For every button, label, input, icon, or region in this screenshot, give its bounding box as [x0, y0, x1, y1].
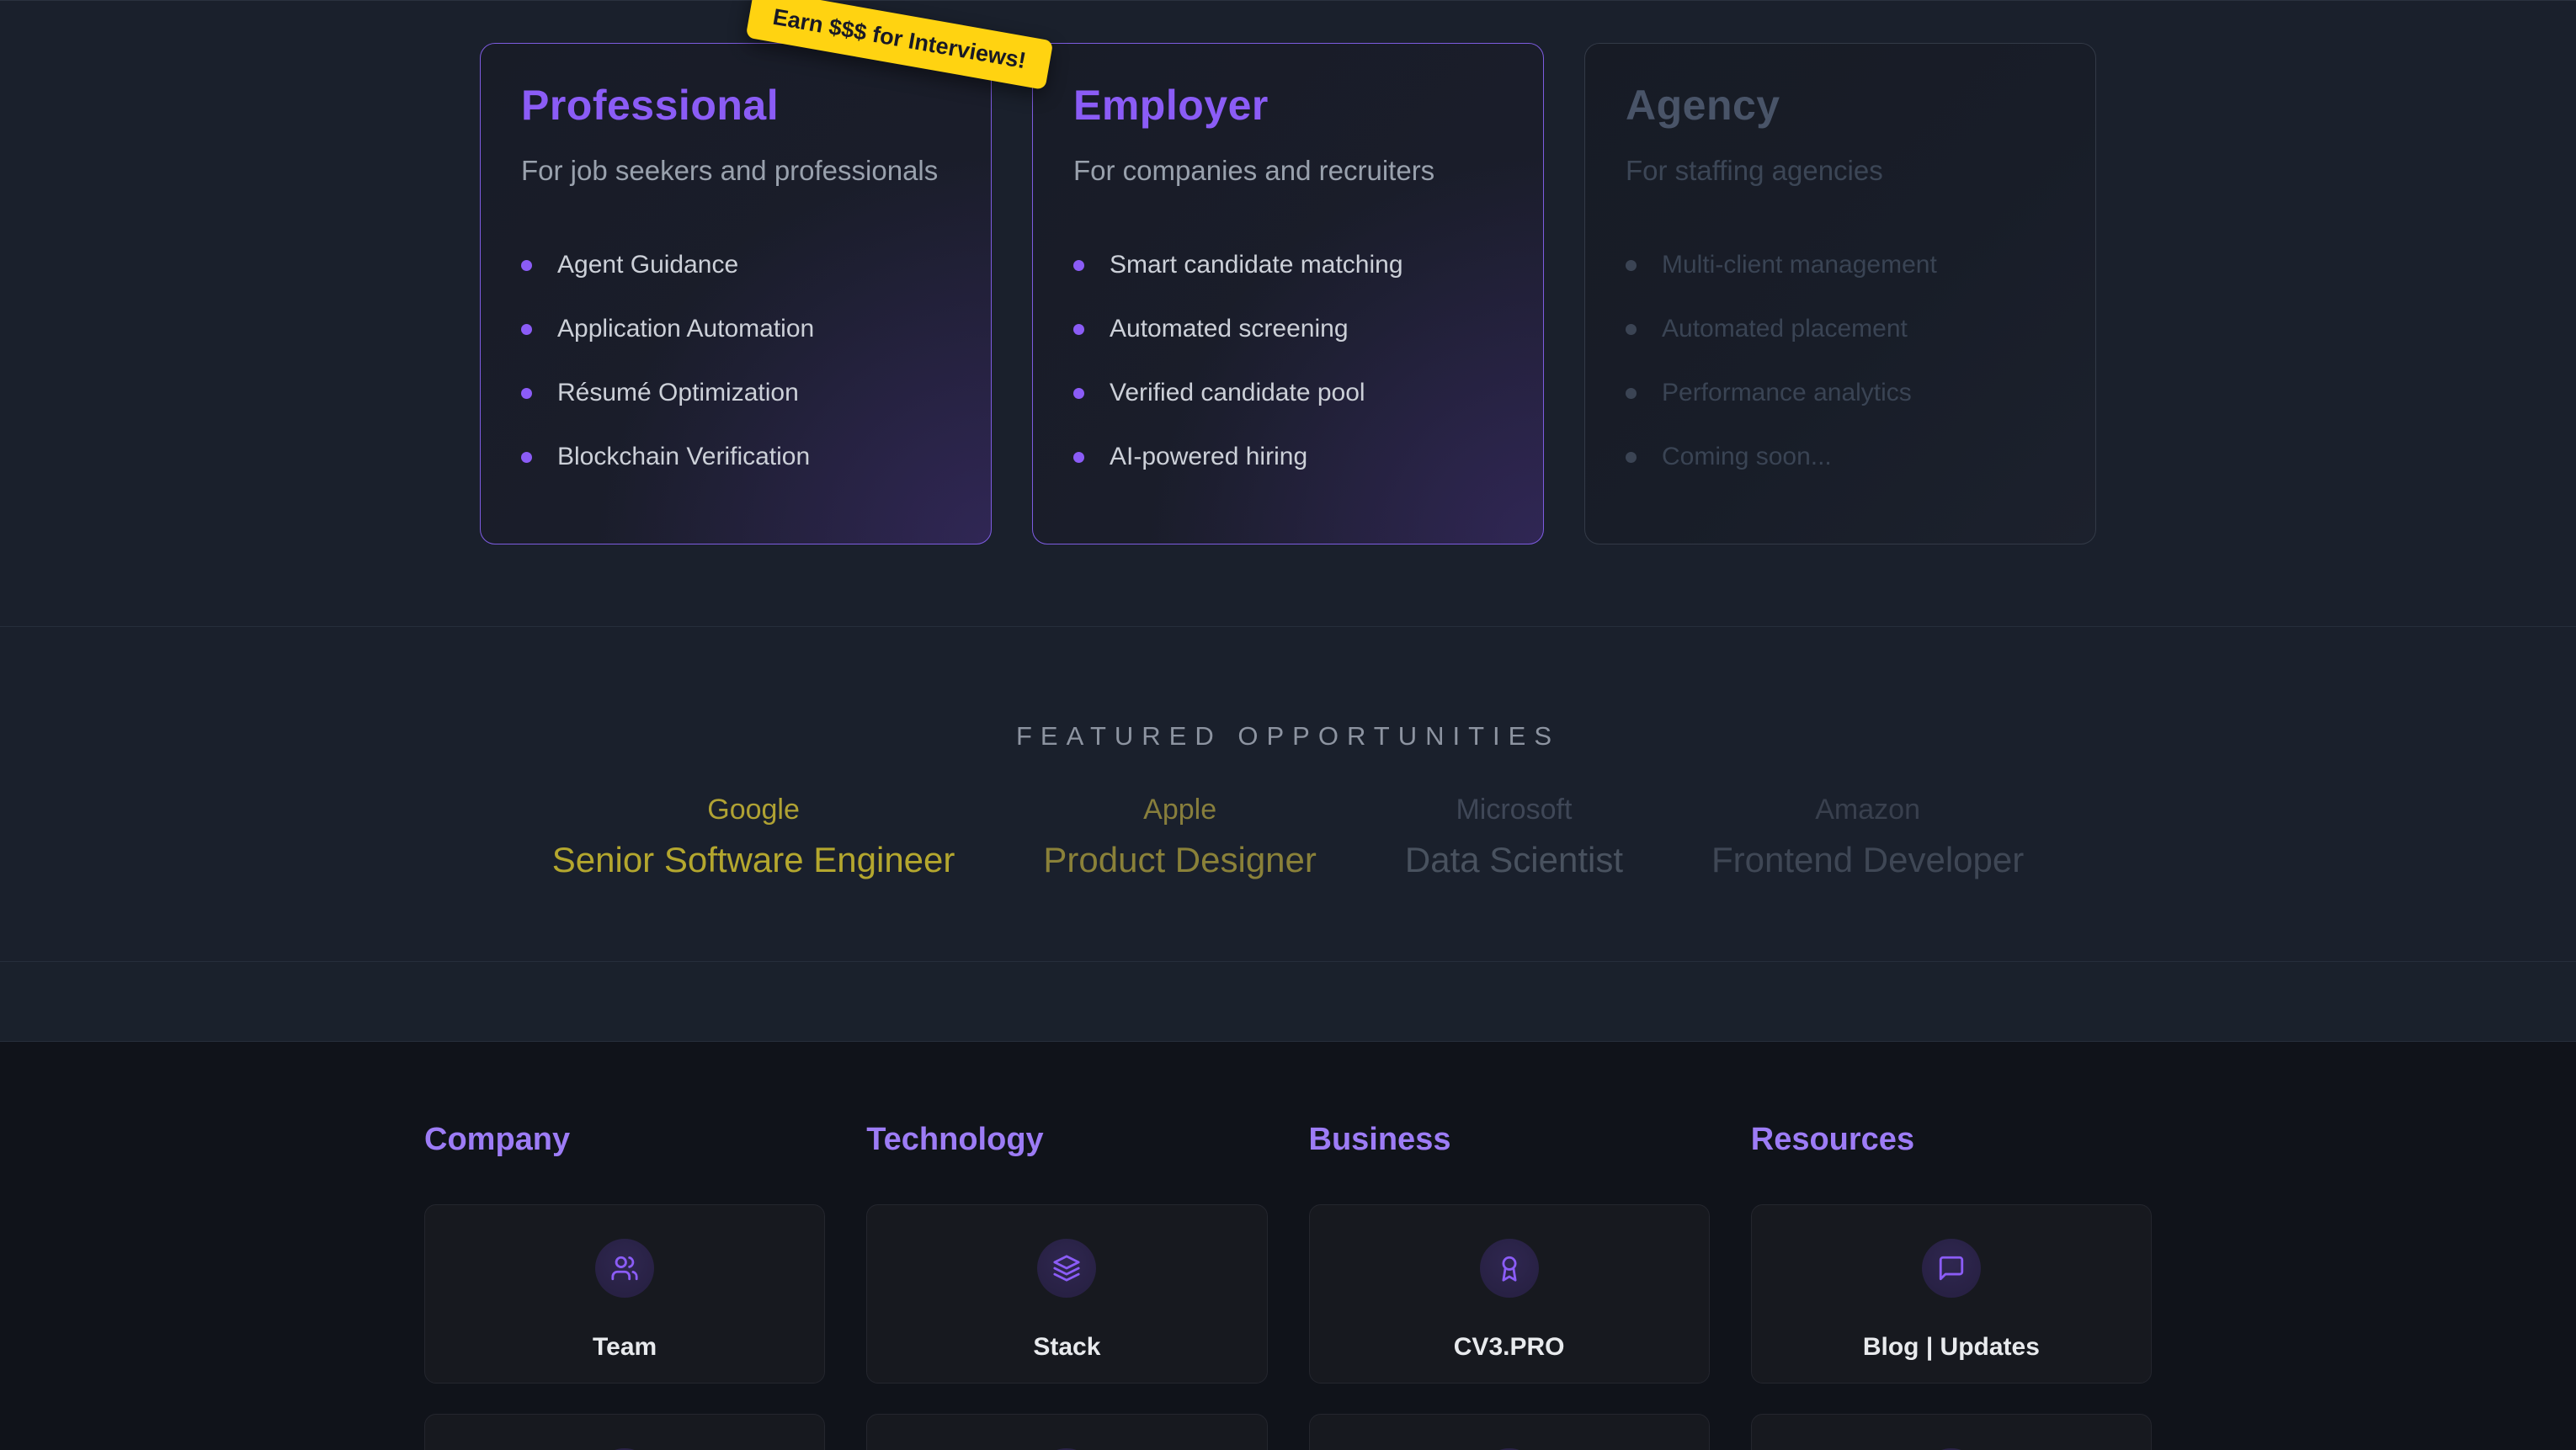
feature-item: Multi-client management	[1626, 251, 2055, 279]
footer: Company Team Technology Stack	[0, 1042, 2576, 1450]
bullet-dot-icon	[1073, 388, 1084, 399]
bullet-dot-icon	[1073, 324, 1084, 335]
footer-column-resources: Resources Blog | Updates	[1751, 1122, 2152, 1450]
icon-circle	[1922, 1239, 1981, 1298]
featured-role: Data Scientist	[1405, 840, 1623, 880]
feature-label: Application Automation	[557, 315, 814, 343]
footer-card-label: Blog | Updates	[1863, 1333, 2040, 1362]
message-icon	[1937, 1254, 1966, 1283]
feature-item: Smart candidate matching	[1073, 251, 1503, 279]
feature-item: AI-powered hiring	[1073, 443, 1503, 471]
bullet-dot-icon	[1626, 388, 1637, 399]
footer-card-label: Team	[593, 1333, 657, 1362]
bullet-dot-icon	[521, 324, 532, 335]
plan-subtitle: For companies and recruiters	[1073, 155, 1503, 187]
feature-label: Multi-client management	[1662, 251, 1937, 279]
bullet-dot-icon	[521, 260, 532, 271]
footer-card-cv3pro[interactable]: CV3.PRO	[1309, 1204, 1710, 1384]
featured-company: Amazon	[1711, 794, 2024, 826]
footer-column-technology: Technology Stack	[866, 1122, 1267, 1450]
bullet-dot-icon	[1073, 452, 1084, 463]
footer-card-partial[interactable]	[424, 1414, 825, 1450]
feature-item: Résumé Optimization	[521, 379, 950, 407]
icon-circle	[1480, 1239, 1539, 1298]
plan-subtitle: For staffing agencies	[1626, 155, 2055, 187]
feature-item: Agent Guidance	[521, 251, 950, 279]
featured-title: FEATURED OPPORTUNITIES	[0, 721, 2576, 752]
footer-card-partial[interactable]	[1309, 1414, 1710, 1450]
award-icon	[1495, 1254, 1524, 1283]
feature-label: Résumé Optimization	[557, 379, 799, 407]
feature-item: Blockchain Verification	[521, 443, 950, 471]
featured-company: Microsoft	[1405, 794, 1623, 826]
plan-subtitle: For job seekers and professionals	[521, 155, 950, 187]
featured-role: Product Designer	[1043, 840, 1317, 880]
bullet-dot-icon	[1626, 324, 1637, 335]
footer-card-stack[interactable]: Stack	[866, 1204, 1267, 1384]
footer-heading: Technology	[866, 1122, 1267, 1158]
footer-card-label: Stack	[1033, 1333, 1100, 1362]
footer-card-label: CV3.PRO	[1454, 1333, 1565, 1362]
users-icon	[610, 1254, 639, 1283]
footer-card-partial[interactable]	[866, 1414, 1267, 1450]
layers-icon	[1052, 1254, 1081, 1283]
feature-label: Automated screening	[1110, 315, 1349, 343]
feature-label: Verified candidate pool	[1110, 379, 1365, 407]
plan-title: Professional	[521, 81, 950, 130]
footer-heading: Business	[1309, 1122, 1710, 1158]
bullet-dot-icon	[1626, 452, 1637, 463]
footer-card-blog[interactable]: Blog | Updates	[1751, 1204, 2152, 1384]
feature-label: Coming soon...	[1662, 443, 1832, 471]
footer-heading: Resources	[1751, 1122, 2152, 1158]
feature-label: AI-powered hiring	[1110, 443, 1307, 471]
feature-item: Automated placement	[1626, 315, 2055, 343]
featured-item-microsoft: Microsoft Data Scientist	[1405, 794, 1623, 880]
feature-label: Performance analytics	[1662, 379, 1912, 407]
featured-ticker: Google Senior Software Engineer Apple Pr…	[0, 794, 2576, 880]
footer-card-team[interactable]: Team	[424, 1204, 825, 1384]
footer-column-business: Business CV3.PRO	[1309, 1122, 1710, 1450]
plan-card-employer[interactable]: Employer For companies and recruiters Sm…	[1032, 43, 1544, 544]
bullet-dot-icon	[521, 388, 532, 399]
featured-role: Senior Software Engineer	[552, 840, 955, 880]
bullet-dot-icon	[1073, 260, 1084, 271]
feature-item: Verified candidate pool	[1073, 379, 1503, 407]
featured-company: Apple	[1043, 794, 1317, 826]
featured-opportunities-section: FEATURED OPPORTUNITIES Google Senior Sof…	[0, 627, 2576, 962]
plan-title: Employer	[1073, 81, 1503, 130]
plan-card-professional[interactable]: Professional For job seekers and profess…	[480, 43, 992, 544]
footer-column-company: Company Team	[424, 1122, 825, 1450]
plan-title: Agency	[1626, 81, 2055, 130]
plan-feature-list: Agent Guidance Application Automation Ré…	[521, 251, 950, 471]
plan-card-agency: Agency For staffing agencies Multi-clien…	[1584, 43, 2096, 544]
featured-item-google: Google Senior Software Engineer	[552, 794, 955, 880]
bullet-dot-icon	[1626, 260, 1637, 271]
featured-role: Frontend Developer	[1711, 840, 2024, 880]
feature-item: Performance analytics	[1626, 379, 2055, 407]
featured-item-apple: Apple Product Designer	[1043, 794, 1317, 880]
feature-item: Automated screening	[1073, 315, 1503, 343]
plan-feature-list: Multi-client management Automated placem…	[1626, 251, 2055, 471]
footer-card-partial[interactable]	[1751, 1414, 2152, 1450]
footer-heading: Company	[424, 1122, 825, 1158]
feature-item: Coming soon...	[1626, 443, 2055, 471]
plan-feature-list: Smart candidate matching Automated scree…	[1073, 251, 1503, 471]
featured-company: Google	[552, 794, 955, 826]
feature-label: Automated placement	[1662, 315, 1908, 343]
bullet-dot-icon	[521, 452, 532, 463]
section-divider-strip	[0, 962, 2576, 1042]
featured-item-amazon: Amazon Frontend Developer	[1711, 794, 2024, 880]
plan-cards-row: Professional For job seekers and profess…	[480, 43, 2096, 544]
icon-circle	[1037, 1239, 1096, 1298]
feature-label: Smart candidate matching	[1110, 251, 1403, 279]
feature-item: Application Automation	[521, 315, 950, 343]
icon-circle	[595, 1239, 654, 1298]
plans-section: Earn $$$ for Interviews! Professional Fo…	[0, 0, 2576, 627]
feature-label: Blockchain Verification	[557, 443, 810, 471]
feature-label: Agent Guidance	[557, 251, 738, 279]
